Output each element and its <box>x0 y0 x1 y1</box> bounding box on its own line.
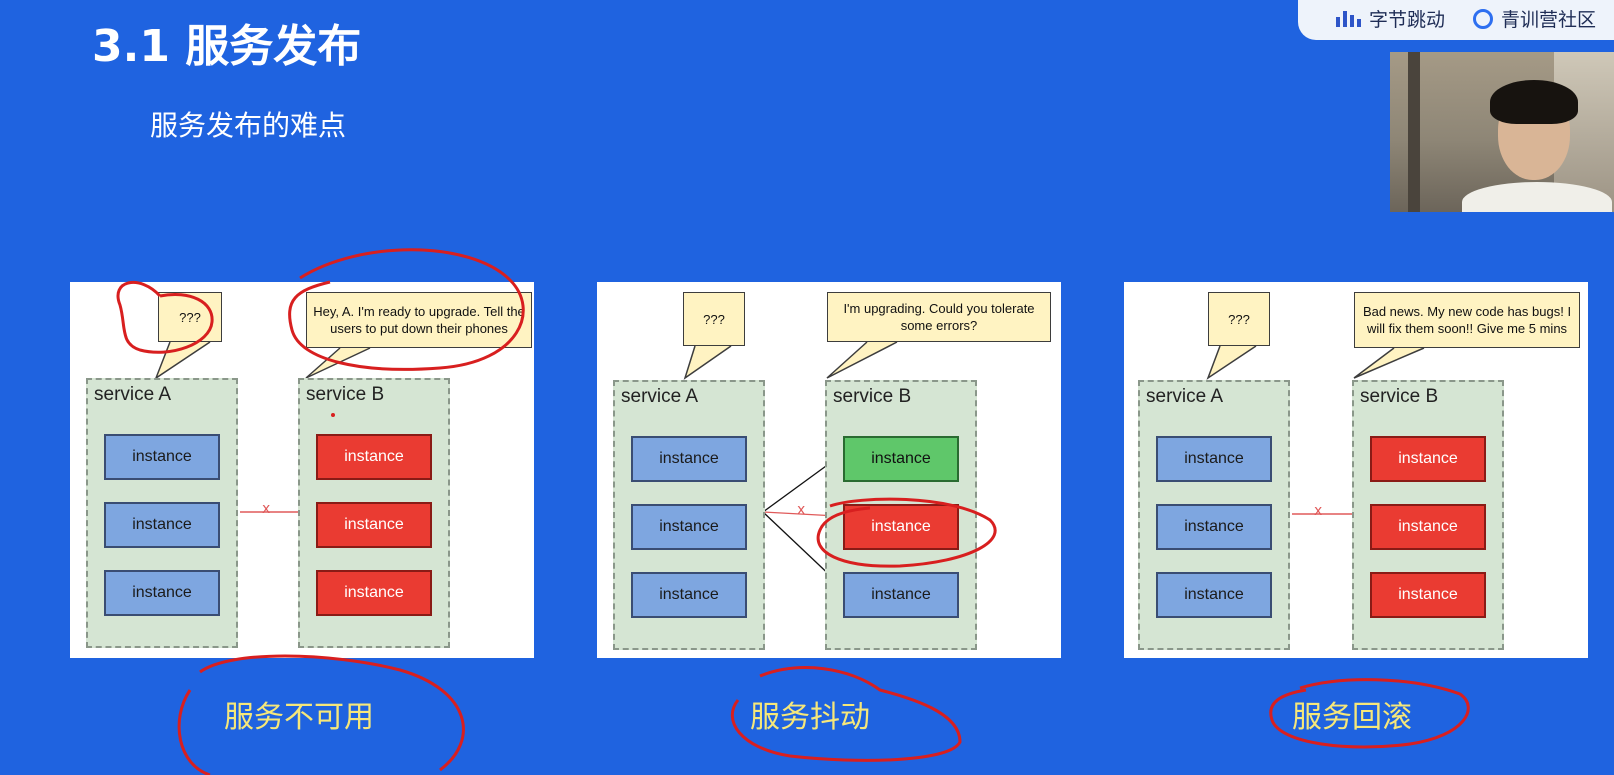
service-a-instance: instance <box>631 504 747 550</box>
service-a-box: service A instance instance instance <box>86 378 238 648</box>
logo-bar: 字节跳动 青训营社区 <box>1298 0 1614 40</box>
service-b-instance: instance <box>1370 504 1486 550</box>
bytedance-logo: 字节跳动 <box>1336 5 1445 32</box>
presenter-webcam <box>1390 52 1614 212</box>
bytedance-logo-icon <box>1336 10 1361 27</box>
blocked-call-mark: x <box>797 502 806 518</box>
panel-service-rollback: ??? Bad news. My new code has bugs! I wi… <box>1124 282 1588 658</box>
bubble-service-b: Hey, A. I'm ready to upgrade. Tell the u… <box>306 292 532 348</box>
service-a-box: service A instance instance instance <box>613 380 765 650</box>
bubble-service-b: I'm upgrading. Could you tolerate some e… <box>827 292 1051 342</box>
service-b-label: service B <box>306 384 385 405</box>
service-b-label: service B <box>833 386 912 407</box>
service-a-instance: instance <box>631 436 747 482</box>
caption-service-rollback: 服务回滚 <box>1292 700 1412 735</box>
bubble-service-a: ??? <box>1208 292 1270 346</box>
service-b-label: service B <box>1360 386 1439 407</box>
service-a-instance: instance <box>104 434 220 480</box>
service-a-box: service A instance instance instance <box>1138 380 1290 650</box>
service-b-instance: instance <box>1370 436 1486 482</box>
bubble-service-a: ??? <box>158 292 222 342</box>
service-b-instance: instance <box>316 502 432 548</box>
blocked-call-mark: x <box>262 501 271 517</box>
service-a-instance: instance <box>104 570 220 616</box>
bubble-service-b: Bad news. My new code has bugs! I will f… <box>1354 292 1580 348</box>
caption-service-unavailable: 服务不可用 <box>224 700 374 735</box>
caption-service-jitter: 服务抖动 <box>750 700 870 735</box>
service-b-instance: instance <box>316 570 432 616</box>
service-a-label: service A <box>94 384 172 405</box>
panel-service-jitter: ??? I'm upgrading. Could you tolerate so… <box>597 282 1061 658</box>
service-a-label: service A <box>1146 386 1224 407</box>
slide-title: 3.1 服务发布 <box>92 21 362 72</box>
service-b-instance: instance <box>1370 572 1486 618</box>
community-logo-icon <box>1473 8 1494 29</box>
service-a-instance: instance <box>1156 436 1272 482</box>
service-a-instance: instance <box>631 572 747 618</box>
service-b-box: service B instance instance instance <box>825 380 977 650</box>
service-b-instance: instance <box>843 572 959 618</box>
service-b-instance: instance <box>843 504 959 550</box>
community-text: 青训营社区 <box>1501 9 1597 31</box>
community-logo: 青训营社区 <box>1473 5 1596 32</box>
service-b-instance: instance <box>316 434 432 480</box>
slide-subtitle: 服务发布的难点 <box>150 109 347 142</box>
bubble-service-a: ??? <box>683 292 745 346</box>
service-a-instance: instance <box>104 502 220 548</box>
service-b-box: service B instance instance instance <box>298 378 450 648</box>
service-a-instance: instance <box>1156 572 1272 618</box>
panel-service-unavailable: ??? Hey, A. I'm ready to upgrade. Tell t… <box>70 282 534 658</box>
blocked-call-mark: x <box>1314 503 1323 519</box>
service-b-box: service B instance instance instance <box>1352 380 1504 650</box>
brand-text: 字节跳动 <box>1369 9 1446 31</box>
service-a-label: service A <box>621 386 699 407</box>
service-a-instance: instance <box>1156 504 1272 550</box>
service-b-instance: instance <box>843 436 959 482</box>
